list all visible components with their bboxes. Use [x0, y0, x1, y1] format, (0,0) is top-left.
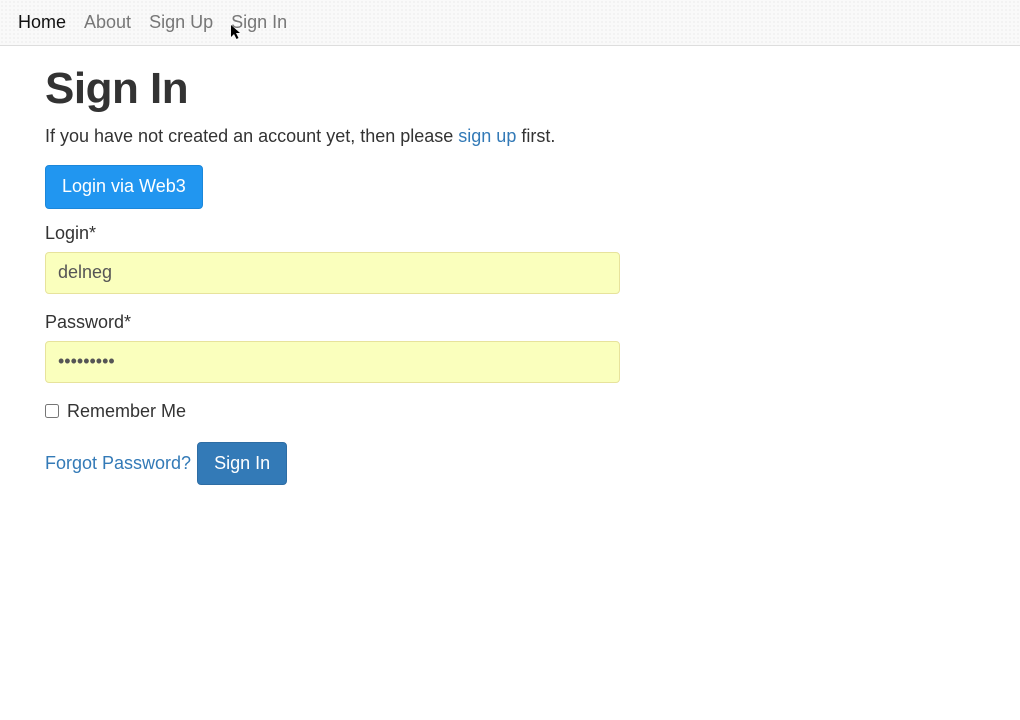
remember-me-checkbox[interactable] [45, 404, 59, 418]
nav-about[interactable]: About [84, 12, 131, 33]
password-label: Password* [45, 312, 655, 333]
nav-sign-up[interactable]: Sign Up [149, 12, 213, 33]
nav-items: Home About Sign Up Sign In [18, 12, 1002, 33]
remember-me-label: Remember Me [67, 401, 186, 422]
form-actions: Forgot Password? Sign In [45, 442, 655, 486]
login-field-group: Login* [45, 223, 655, 294]
login-input[interactable] [45, 252, 620, 294]
remember-me-row: Remember Me [45, 401, 655, 422]
page-title: Sign In [45, 64, 655, 114]
main-content: Sign In If you have not created an accou… [0, 46, 700, 505]
sign-in-button[interactable]: Sign In [197, 442, 287, 486]
top-navbar: Home About Sign Up Sign In [0, 0, 1020, 46]
sign-up-link[interactable]: sign up [458, 126, 516, 146]
forgot-password-link[interactable]: Forgot Password? [45, 453, 191, 474]
login-via-web3-button[interactable]: Login via Web3 [45, 165, 203, 209]
intro-suffix: first. [516, 126, 555, 146]
password-field-group: Password* [45, 312, 655, 383]
nav-sign-in[interactable]: Sign In [231, 12, 287, 33]
login-label: Login* [45, 223, 655, 244]
nav-home[interactable]: Home [18, 12, 66, 33]
password-input[interactable] [45, 341, 620, 383]
intro-text: If you have not created an account yet, … [45, 126, 655, 147]
intro-prefix: If you have not created an account yet, … [45, 126, 458, 146]
